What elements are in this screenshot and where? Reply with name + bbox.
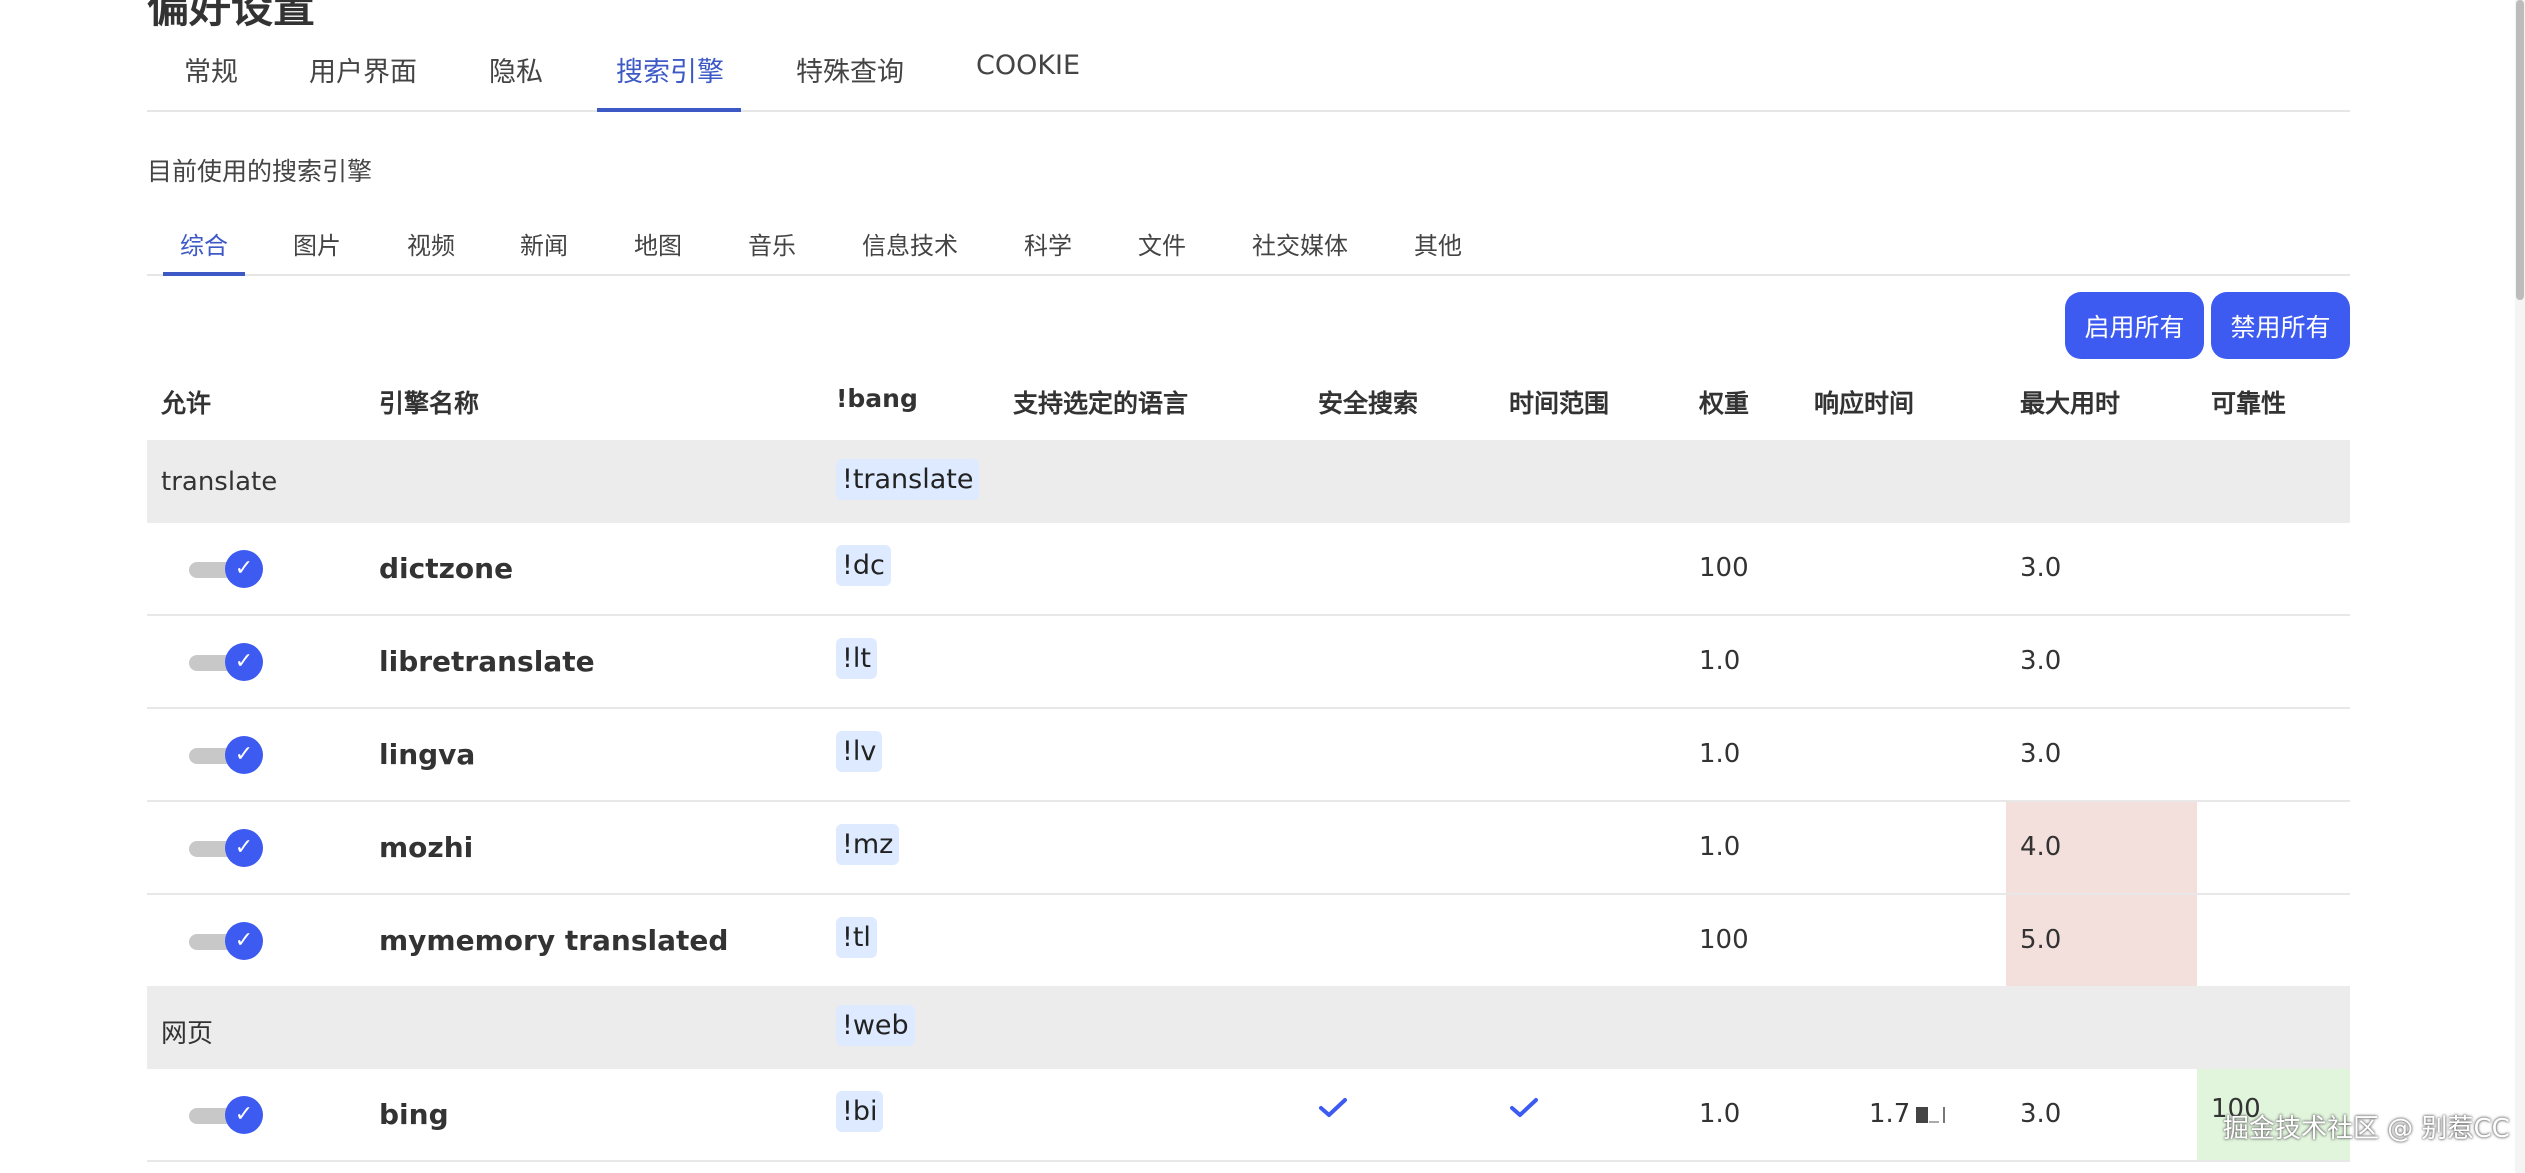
tab-category-images[interactable]: 图片 [293, 226, 341, 261]
tab-cookie[interactable]: COOKIE [976, 50, 1080, 81]
check-icon: ✓ [225, 1096, 263, 1134]
tab-category-map[interactable]: 地图 [634, 226, 682, 261]
disable-all-button[interactable]: 禁用所有 [2211, 292, 2350, 359]
tab-user-interface[interactable]: 用户界面 [309, 50, 417, 89]
engine-bang[interactable]: !lt [836, 638, 877, 679]
engine-row: ✓ mymemory translated !tl 100 5.0 [147, 895, 2350, 988]
engine-max-time: 3.0 [2020, 646, 2062, 676]
tab-category-general[interactable]: 综合 [180, 226, 228, 261]
bar-chart-icon[interactable] [1915, 1105, 1949, 1125]
main-tab-bar: 常规 用户界面 隐私 搜索引擎 特殊查询 COOKIE [147, 0, 2350, 112]
engine-weight: 1.0 [1699, 646, 1741, 676]
category-tab-bar: 综合 图片 视频 新闻 地图 音乐 信息技术 科学 文件 社交媒体 其他 [147, 214, 2350, 276]
engine-max-time: 3.0 [2020, 1099, 2062, 1129]
tab-category-other[interactable]: 其他 [1414, 226, 1462, 261]
engine-row: ✓ mozhi !mz 1.0 4.0 [147, 802, 2350, 895]
table-header: 允许 引擎名称 !bang 支持选定的语言 安全搜索 时间范围 权重 响应时间 … [147, 372, 2350, 440]
engine-weight: 1.0 [1699, 739, 1741, 769]
engine-weight: 1.0 [1699, 1099, 1741, 1129]
header-reliability: 可靠性 [2211, 389, 2287, 418]
header-response-time: 响应时间 [1814, 389, 1915, 418]
engine-max-time: 3.0 [2020, 739, 2062, 769]
check-icon: ✓ [225, 922, 263, 960]
group-bang[interactable]: !translate [836, 459, 980, 500]
engine-name: lingva [379, 738, 476, 771]
group-row: 网页 !web [147, 986, 2350, 1069]
time-range-check-icon [1510, 1098, 1538, 1117]
section-label: 目前使用的搜索引擎 [147, 157, 373, 186]
engine-name: mozhi [379, 831, 474, 864]
engine-toggle[interactable]: ✓ [189, 829, 264, 869]
check-icon: ✓ [225, 829, 263, 867]
engine-bang[interactable]: !lv [836, 731, 883, 772]
group-bang[interactable]: !web [836, 1005, 915, 1046]
group-name: translate [161, 467, 278, 497]
header-safe-search: 安全搜索 [1318, 389, 1419, 418]
engine-toggle[interactable]: ✓ [189, 643, 264, 683]
tab-general[interactable]: 常规 [184, 50, 238, 89]
engine-toggle[interactable]: ✓ [189, 922, 264, 962]
engine-name: libretranslate [379, 645, 595, 678]
check-icon: ✓ [225, 736, 263, 774]
engine-name: bing [379, 1098, 449, 1131]
engine-toggle[interactable]: ✓ [189, 1096, 264, 1136]
header-allow: 允许 [161, 389, 212, 418]
header-weight: 权重 [1699, 389, 1750, 418]
engine-bang[interactable]: !mz [836, 824, 900, 865]
tab-privacy[interactable]: 隐私 [489, 50, 543, 89]
group-row: translate !translate [147, 440, 2350, 523]
tab-category-news[interactable]: 新闻 [520, 226, 568, 261]
watermark: 掘金技术社区 @ 别惹CC [2223, 1114, 2510, 1144]
engine-weight: 100 [1699, 553, 1749, 583]
tab-category-science[interactable]: 科学 [1024, 226, 1072, 261]
group-name: 网页 [161, 1019, 214, 1049]
engine-max-time: 3.0 [2020, 553, 2062, 583]
engine-bang[interactable]: !dc [836, 545, 891, 586]
header-time-range: 时间范围 [1509, 389, 1610, 418]
page-scrollbar[interactable] [2515, 0, 2525, 1173]
tab-active-underline [597, 108, 741, 112]
tab-category-files[interactable]: 文件 [1138, 226, 1186, 261]
scrollbar-thumb[interactable] [2516, 0, 2524, 300]
tab-search-engines[interactable]: 搜索引擎 [616, 50, 724, 89]
engine-name: dictzone [379, 552, 514, 585]
engine-bang[interactable]: !tl [836, 917, 877, 958]
header-supported-language: 支持选定的语言 [1013, 389, 1189, 418]
tab-category-music[interactable]: 音乐 [748, 226, 796, 261]
check-icon: ✓ [225, 643, 263, 681]
engine-bang[interactable]: !bi [836, 1091, 884, 1132]
engine-max-time: 5.0 [2020, 925, 2062, 955]
engine-row: ✓ bing !bi 1.0 1.7 3.0 100 [147, 1069, 2350, 1162]
engine-name: mymemory translated [379, 924, 729, 957]
check-icon: ✓ [225, 550, 263, 588]
engine-weight: 100 [1699, 925, 1749, 955]
tab-special-queries[interactable]: 特殊查询 [796, 50, 904, 89]
engine-row: ✓ dictzone !dc 100 3.0 [147, 523, 2350, 616]
engine-weight: 1.0 [1699, 832, 1741, 862]
engine-toggle[interactable]: ✓ [189, 550, 264, 590]
header-engine-name: 引擎名称 [379, 389, 480, 418]
category-active-underline [163, 272, 245, 276]
engine-max-time: 4.0 [2020, 832, 2062, 862]
enable-all-button[interactable]: 启用所有 [2065, 292, 2204, 359]
safe-search-check-icon [1319, 1098, 1347, 1117]
engine-row: ✓ libretranslate !lt 1.0 3.0 [147, 616, 2350, 709]
tab-category-it[interactable]: 信息技术 [862, 226, 958, 261]
engine-response-time: 1.7 [1869, 1099, 1911, 1129]
tab-category-videos[interactable]: 视频 [407, 226, 455, 261]
header-bang: !bang [836, 384, 918, 413]
tab-category-social-media[interactable]: 社交媒体 [1252, 226, 1348, 261]
engine-toggle[interactable]: ✓ [189, 736, 264, 776]
engine-row: ✓ lingva !lv 1.0 3.0 [147, 709, 2350, 802]
header-max-time: 最大用时 [2020, 389, 2121, 418]
